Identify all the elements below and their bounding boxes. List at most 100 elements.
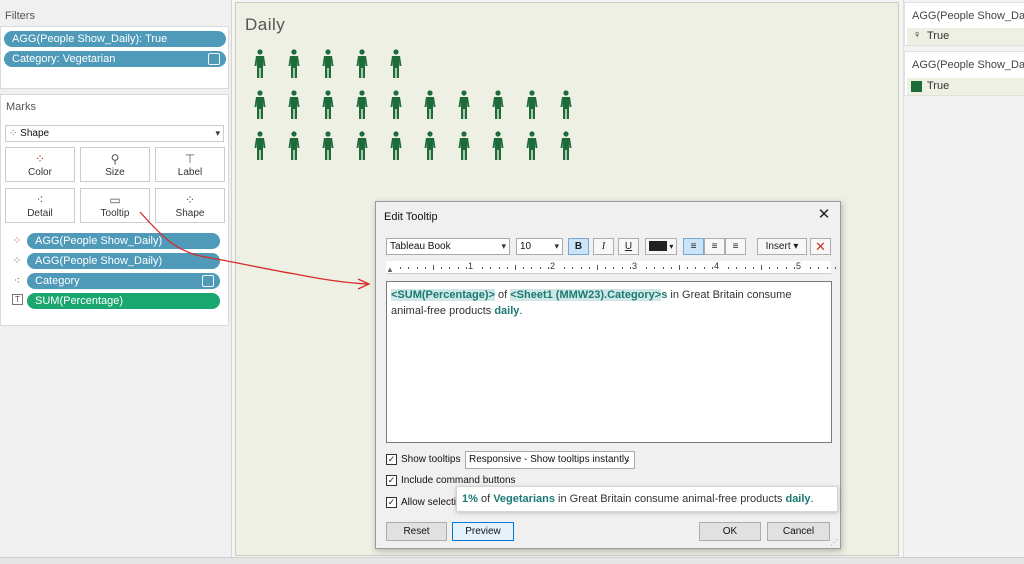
person-mark[interactable] <box>253 49 267 79</box>
ruler-tick <box>580 267 582 269</box>
person-mark[interactable] <box>355 90 369 120</box>
marks-pill-percentage[interactable]: SUM(Percentage) <box>27 293 220 309</box>
color-dots-icon: ⁘ <box>12 235 22 247</box>
ruler-tick <box>703 267 705 269</box>
tooltip-editor[interactable]: <SUM(Percentage)> of <Sheet1 (MMW23).Cat… <box>386 281 832 443</box>
person-mark[interactable] <box>355 49 369 79</box>
marks-pill-color[interactable]: AGG(People Show_Daily) <box>27 233 220 249</box>
ruler-tick <box>457 267 459 269</box>
color-button[interactable]: ⁘ Color <box>5 147 75 182</box>
detail-icon: ⁖ <box>36 193 44 207</box>
ruler-tick <box>506 267 508 269</box>
color-legend-item[interactable]: True <box>907 78 1024 95</box>
shape-icon: ⁘ <box>184 193 196 207</box>
font-size-select[interactable]: 10 ▾ <box>516 238 563 255</box>
close-icon[interactable]: ✕ <box>816 207 832 223</box>
ruler-tick <box>687 267 689 269</box>
ruler-tick <box>416 267 418 269</box>
person-mark[interactable] <box>457 131 471 161</box>
person-mark[interactable] <box>287 49 301 79</box>
person-mark[interactable] <box>423 131 437 161</box>
person-mark[interactable] <box>321 49 335 79</box>
indent-marker-icon: ▲ <box>386 265 394 274</box>
ruler-tick <box>834 267 836 269</box>
person-mark[interactable] <box>559 90 573 120</box>
align-right-button[interactable]: ≡ <box>725 238 746 255</box>
person-mark[interactable] <box>287 90 301 120</box>
text-icon: T <box>12 294 23 305</box>
ruler-tick <box>564 267 566 269</box>
ruler-tick <box>597 265 598 270</box>
allow-selection-checkbox[interactable]: ✓ <box>386 497 397 508</box>
marks-pill-category[interactable]: Category <box>27 273 220 289</box>
ruler-tick <box>777 267 779 269</box>
marks-pill-label: AGG(People Show_Daily) <box>35 255 163 267</box>
underline-button[interactable]: U <box>618 238 639 255</box>
font-color-button[interactable]: ▾ <box>645 238 677 255</box>
ruler-label: 4 <box>714 261 720 271</box>
font-family-select[interactable]: Tableau Book ▾ <box>386 238 510 255</box>
person-mark[interactable] <box>253 90 267 120</box>
ruler-tick <box>572 267 574 269</box>
ruler: ▲ 1 2 3 4 5 <box>386 261 836 274</box>
shape-legend-label: True <box>927 30 950 42</box>
filter-pill-category[interactable]: Category: Vegetarian <box>4 51 226 67</box>
label-button[interactable]: ⊤ Label <box>155 147 225 182</box>
preview-button[interactable]: Preview <box>452 522 514 541</box>
align-left-button[interactable]: ≡ <box>683 238 704 255</box>
ruler-tick <box>424 267 426 269</box>
shape-legend-item[interactable]: ♀ True <box>907 28 1024 45</box>
ok-button[interactable]: OK <box>699 522 761 541</box>
ruler-tick <box>818 267 820 269</box>
ruler-label: 3 <box>632 261 638 271</box>
person-mark[interactable] <box>321 90 335 120</box>
ruler-tick <box>490 267 492 269</box>
show-tooltips-checkbox[interactable]: ✓ <box>386 454 397 465</box>
shape-button[interactable]: ⁘ Shape <box>155 188 225 223</box>
person-mark[interactable] <box>321 131 335 161</box>
resize-grip-icon[interactable]: ⋰ <box>830 538 838 547</box>
person-mark[interactable] <box>355 131 369 161</box>
cancel-button[interactable]: Cancel <box>767 522 830 541</box>
person-mark[interactable] <box>389 131 403 161</box>
person-mark[interactable] <box>423 90 437 120</box>
person-mark[interactable] <box>491 131 505 161</box>
ruler-tick <box>515 265 516 270</box>
tooltip-mode-select[interactable]: Responsive - Show tooltips instantly ⌄ <box>465 451 635 469</box>
person-mark[interactable] <box>389 90 403 120</box>
marks-pill-shape[interactable]: AGG(People Show_Daily) <box>27 253 220 269</box>
ruler-tick <box>531 267 533 269</box>
insert-button[interactable]: Insert ▾ <box>757 238 807 255</box>
color-legend-label: True <box>927 80 950 92</box>
legend-panel: AGG(People Show_Daily) ♀ True AGG(People… <box>903 0 1024 564</box>
align-center-button[interactable]: ≡ <box>704 238 725 255</box>
align-center-icon: ≡ <box>711 241 718 252</box>
person-mark[interactable] <box>559 131 573 161</box>
include-command-checkbox[interactable]: ✓ <box>386 475 397 486</box>
person-mark[interactable] <box>457 90 471 120</box>
size-button[interactable]: ⚲ Size <box>80 147 150 182</box>
shape-icon: ⁘ <box>12 255 22 267</box>
ruler-tick <box>810 267 812 269</box>
tooltip-button[interactable]: ▭ Tooltip <box>80 188 150 223</box>
person-mark[interactable] <box>287 131 301 161</box>
bold-button[interactable]: B <box>568 238 589 255</box>
marks-card: Marks ⁘ Shape ▾ ⁘ Color ⚲ Size ⊤ Label ⁖… <box>0 94 229 326</box>
mark-type-select[interactable]: ⁘ Shape ▾ <box>5 125 224 142</box>
person-mark[interactable] <box>389 49 403 79</box>
chevron-down-icon: ⌄ <box>623 454 631 464</box>
reset-button[interactable]: Reset <box>386 522 447 541</box>
ruler-tick <box>695 267 697 269</box>
status-bar <box>0 557 1024 564</box>
person-mark[interactable] <box>525 90 539 120</box>
filter-pill-people-show[interactable]: AGG(People Show_Daily): True <box>4 31 226 47</box>
person-mark[interactable] <box>491 90 505 120</box>
align-left-icon: ≡ <box>690 241 697 252</box>
clear-formatting-button[interactable]: ✕ <box>810 238 831 255</box>
detail-button[interactable]: ⁖ Detail <box>5 188 75 223</box>
field-token: <Sheet1 (MMW23).Category> <box>510 289 662 301</box>
person-mark[interactable] <box>253 131 267 161</box>
align-right-icon: ≡ <box>732 241 739 252</box>
person-mark[interactable] <box>525 131 539 161</box>
italic-button[interactable]: I <box>593 238 614 255</box>
